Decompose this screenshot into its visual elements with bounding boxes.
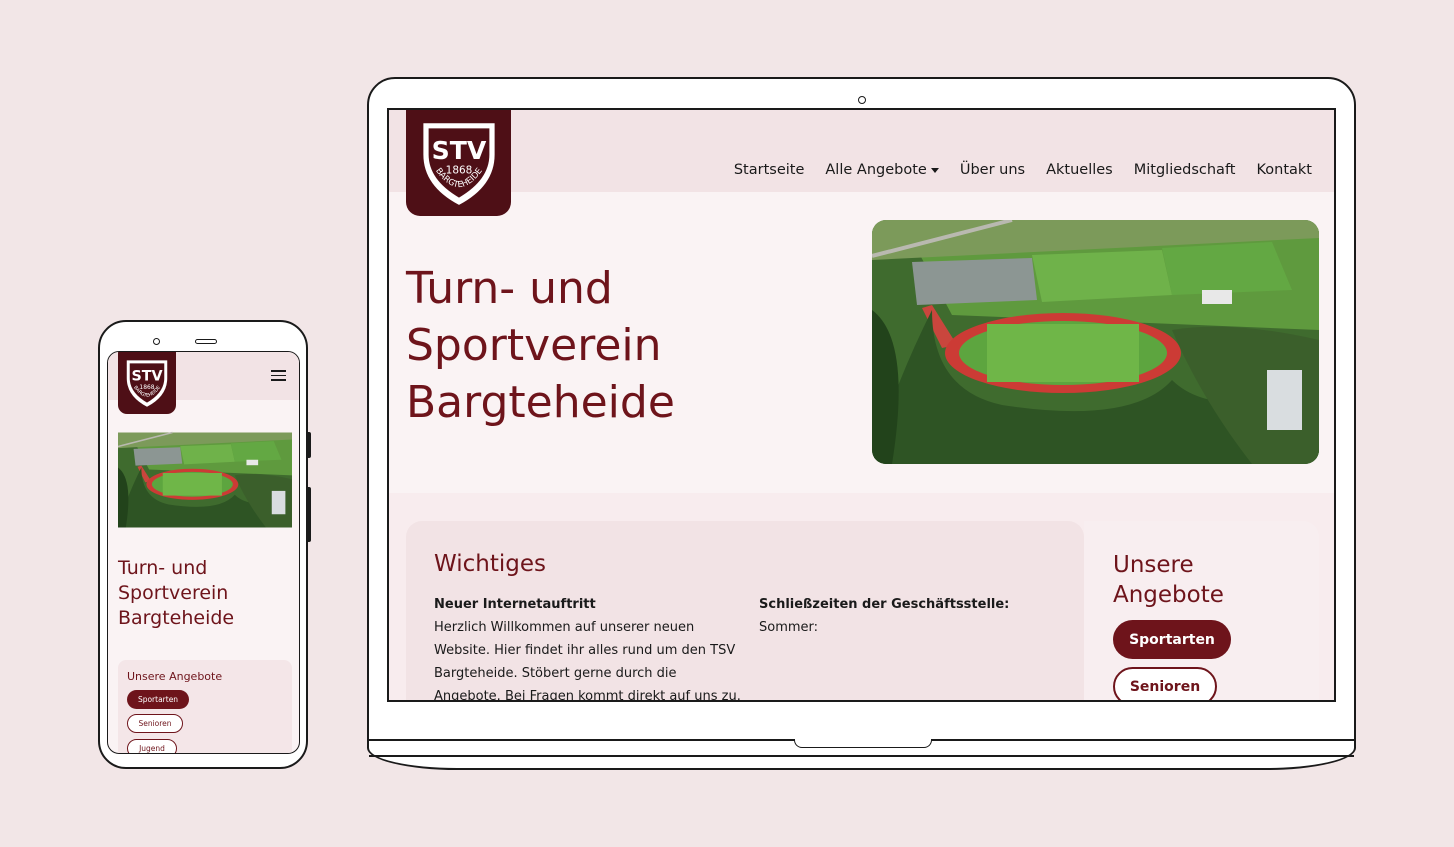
nav-item-kontakt[interactable]: Kontakt: [1256, 162, 1312, 178]
phone-mockup: Turn- und Sportverein Bargteheide Unsere…: [98, 320, 311, 769]
nav-item-startseite[interactable]: Startseite: [734, 162, 805, 178]
mobile-angebote-title: Unsere Angebote: [127, 670, 223, 683]
nav-item-aktuelles[interactable]: Aktuelles: [1046, 162, 1113, 178]
mobile-sportarten-button[interactable]: Sportarten: [127, 690, 189, 709]
hours-heading: Schließzeiten der Geschäftsstelle:: [759, 597, 1010, 612]
news-heading: Neuer Internetauftritt: [434, 597, 596, 612]
mobile-hero-photo: [118, 415, 292, 545]
site-logo[interactable]: [406, 110, 511, 216]
wichtiges-hours: Schließzeiten der Geschäftsstelle: Somme…: [759, 593, 1059, 639]
nav-item-label: Alle Angebote: [825, 162, 927, 178]
angebote-title-line: Unsere: [1113, 552, 1194, 578]
mobile-hero-title: Turn- und Sportverein Bargteheide: [118, 556, 234, 631]
mobile-hero-title-line: Sportverein: [118, 582, 229, 604]
laptop-notch: [794, 739, 932, 748]
mobile-jugend-button[interactable]: Jugend: [127, 739, 177, 753]
laptop-camera: [858, 96, 866, 104]
mobile-hero-title-line: Bargteheide: [118, 607, 235, 629]
laptop-screen: Startseite Alle Angebote Über uns Aktuel…: [387, 108, 1336, 702]
phone-camera: [153, 338, 160, 345]
laptop-base: [367, 739, 1356, 770]
hero-title-line: Turn- und: [406, 263, 613, 314]
wichtiges-news: Neuer Internetauftritt Herzlich Willkomm…: [434, 593, 744, 702]
phone-speaker: [195, 339, 217, 344]
sportarten-button[interactable]: Sportarten: [1113, 620, 1231, 659]
angebote-title: Unsere Angebote: [1113, 550, 1224, 610]
hero-title: Turn- und Sportverein Bargteheide: [406, 260, 675, 431]
nav-item-alle-angebote[interactable]: Alle Angebote: [825, 162, 939, 178]
hours-text: Sommer:: [759, 620, 819, 635]
hero-title-line: Bargteheide: [406, 377, 675, 428]
phone-side-button: [307, 432, 311, 458]
mobile-hero-title-line: Turn- und: [118, 557, 208, 579]
news-text-line: Herzlich Willkommen auf unserer neuen: [434, 620, 695, 635]
phone-screen: Turn- und Sportverein Bargteheide Unsere…: [107, 351, 300, 754]
nav-item-mitgliedschaft[interactable]: Mitgliedschaft: [1134, 162, 1236, 178]
hero-title-line: Sportverein: [406, 320, 662, 371]
news-text-line: Website. Hier findet ihr alles rund um d…: [434, 643, 736, 658]
angebote-card: Unsere Angebote Sportarten Senioren: [1084, 521, 1319, 700]
mobile-angebote-card: Unsere Angebote Sportarten Senioren Juge…: [118, 660, 292, 753]
caret-down-icon: [930, 167, 939, 173]
phone-volume-button: [307, 487, 311, 542]
main-nav: Startseite Alle Angebote Über uns Aktuel…: [713, 162, 1312, 178]
news-text-line: Angebote. Bei Fragen kommt direkt auf un…: [434, 689, 741, 702]
wichtiges-title: Wichtiges: [434, 551, 546, 577]
nav-item-ueber-uns[interactable]: Über uns: [960, 162, 1025, 178]
hamburger-menu-icon[interactable]: [271, 370, 286, 384]
hero-photo: [872, 220, 1319, 464]
mobile-senioren-button[interactable]: Senioren: [127, 714, 183, 733]
angebote-title-line: Angebote: [1113, 582, 1224, 608]
site-header: Startseite Alle Angebote Über uns Aktuel…: [389, 110, 1334, 192]
wichtiges-card: Wichtiges Neuer Internetauftritt Herzlic…: [406, 521, 1084, 702]
mobile-logo[interactable]: [118, 352, 176, 414]
senioren-button[interactable]: Senioren: [1113, 667, 1217, 700]
news-text-line: Bargteheide. Stöbert gerne durch die: [434, 666, 677, 681]
